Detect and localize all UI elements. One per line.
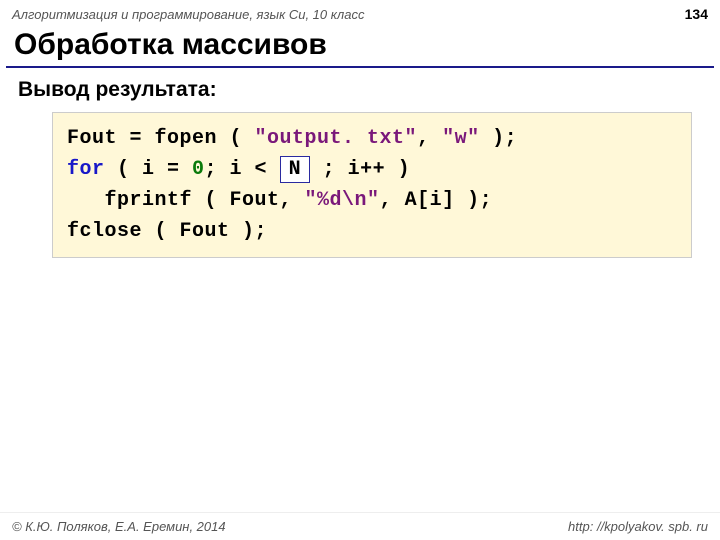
code-line-3: fprintf ( Fout, "%d\n", A[i] ); (67, 185, 677, 216)
code-line-4: fclose ( Fout ); (67, 216, 677, 247)
code-block: Fout = fopen ( "output. txt", "w" ); for… (52, 112, 692, 258)
page-number: 134 (685, 6, 708, 22)
copyright: © К.Ю. Поляков, Е.А. Еремин, 2014 (12, 519, 226, 534)
footer: © К.Ю. Поляков, Е.А. Еремин, 2014 http: … (0, 512, 720, 540)
code-line-1: Fout = fopen ( "output. txt", "w" ); (67, 123, 677, 154)
header-bar: Алгоритмизация и программирование, язык … (0, 0, 720, 26)
source-url: http: //kpolyakov. spb. ru (568, 519, 708, 534)
boxed-n: N (280, 156, 311, 183)
code-line-2: for ( i = 0; i < N ; i++ ) (67, 154, 677, 185)
subtitle: Вывод результата: (0, 68, 720, 112)
course-title: Алгоритмизация и программирование, язык … (12, 7, 364, 22)
slide-title: Обработка массивов (0, 26, 720, 66)
